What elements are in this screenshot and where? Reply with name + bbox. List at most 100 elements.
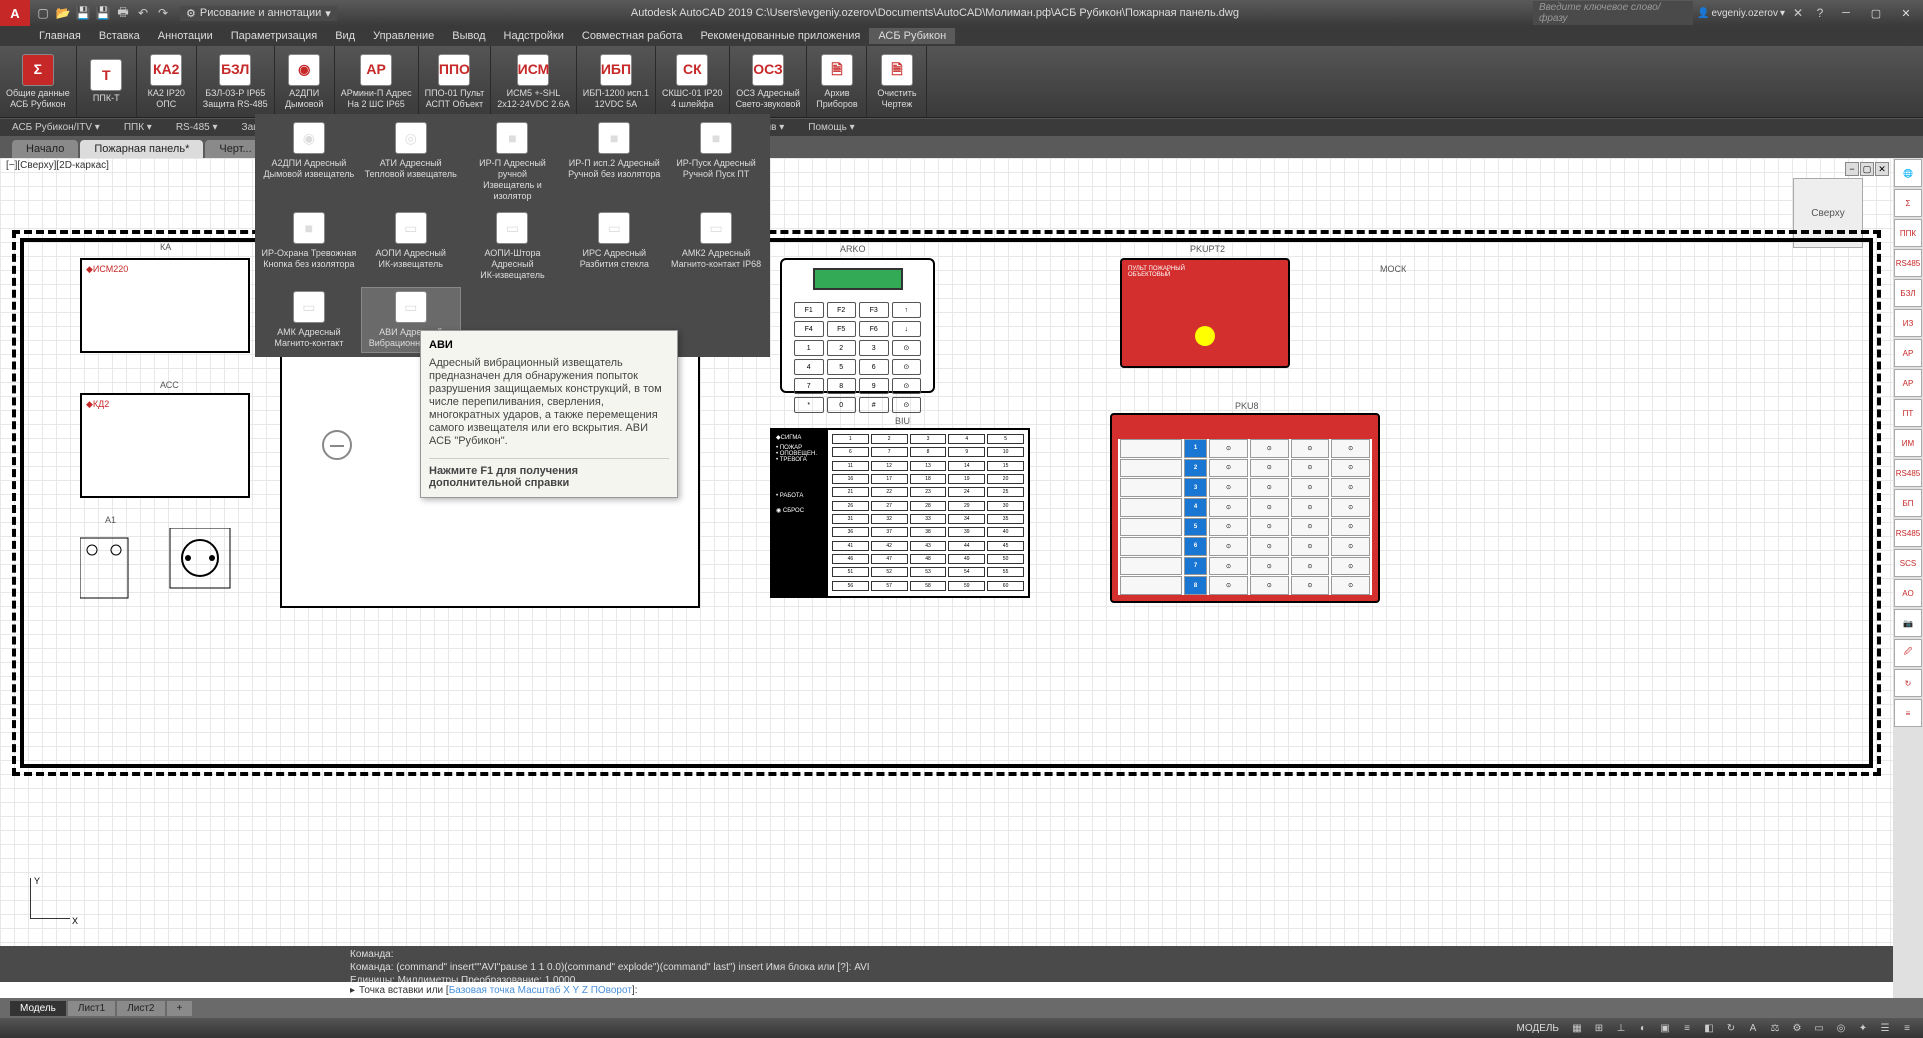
ribbon-ИБП-1200 исп.1[interactable]: ИБПИБП-1200 исп.112VDC 5А bbox=[577, 46, 656, 117]
right-tool-10[interactable]: RS485 bbox=[1894, 459, 1922, 487]
vp-maximize-icon[interactable]: ▢ bbox=[1860, 162, 1874, 176]
polar-icon[interactable]: ◐ bbox=[1633, 1020, 1653, 1036]
close-button[interactable]: ✕ bbox=[1893, 3, 1919, 23]
dd-item-ИР-Охрана Тревожная[interactable]: ■ИР-Охрана ТревожнаяКнопка без изолятора bbox=[259, 208, 359, 285]
panel-RS-485 ▾[interactable]: RS-485 ▾ bbox=[164, 122, 230, 133]
snap-icon[interactable]: ⊞ bbox=[1589, 1020, 1609, 1036]
menu-Вид[interactable]: Вид bbox=[326, 28, 364, 44]
dd-item-АТИ Адресный[interactable]: ◎АТИ АдресныйТепловой извещатель bbox=[361, 118, 461, 206]
clean-icon[interactable]: ☰ bbox=[1875, 1020, 1895, 1036]
right-tool-4[interactable]: БЗЛ bbox=[1894, 279, 1922, 307]
hardware-icon[interactable]: ✦ bbox=[1853, 1020, 1873, 1036]
menu-Вывод[interactable]: Вывод bbox=[443, 28, 494, 44]
isolate-icon[interactable]: ◎ bbox=[1831, 1020, 1851, 1036]
ribbon-БЗЛ-03-Р IP65[interactable]: БЗЛБЗЛ-03-Р IP65Защита RS-485 bbox=[197, 46, 275, 117]
panel-Помощь ▾[interactable]: Помощь ▾ bbox=[796, 122, 866, 133]
ribbon-ППО-01 Пульт[interactable]: ППОППО-01 ПультАСПТ Объект bbox=[419, 46, 492, 117]
dd-item-АМК2 Адресный[interactable]: ▭АМК2 АдресныйМагнито-контакт IP68 bbox=[666, 208, 766, 285]
ribbon-КА2 IP20[interactable]: КА2КА2 IP20ОПС bbox=[137, 46, 197, 117]
scale-icon[interactable]: ⚖ bbox=[1765, 1020, 1785, 1036]
menu-Рекомендованные приложения[interactable]: Рекомендованные приложения bbox=[692, 28, 870, 44]
right-tool-17[interactable]: ↻ bbox=[1894, 669, 1922, 697]
right-tool-5[interactable]: ИЗ bbox=[1894, 309, 1922, 337]
model-space-label[interactable]: МОДЕЛЬ bbox=[1511, 1023, 1565, 1034]
drawing-area[interactable]: [−][Сверху][2D-каркас] − ▢ ✕ Сверху КА ◆… bbox=[0, 158, 1893, 998]
app-menu-button[interactable]: A bbox=[0, 0, 30, 26]
right-tool-11[interactable]: БП bbox=[1894, 489, 1922, 517]
saveas-icon[interactable]: 💾 bbox=[94, 4, 112, 22]
exchange-icon[interactable]: ✕ bbox=[1789, 4, 1807, 22]
open-icon[interactable]: 📂 bbox=[54, 4, 72, 22]
minimize-button[interactable]: ─ bbox=[1833, 3, 1859, 23]
right-tool-0[interactable]: 🌐 bbox=[1894, 159, 1922, 187]
ribbon-ОСЗ Адресный[interactable]: ОСЗОСЗ АдресныйСвето-звуковой bbox=[730, 46, 808, 117]
dd-item-АОПИ Адресный[interactable]: ▭АОПИ АдресныйИК-извещатель bbox=[361, 208, 461, 285]
right-tool-13[interactable]: SCS bbox=[1894, 549, 1922, 577]
dd-item-ИР-П исп.2 Адресный[interactable]: ■ИР-П исп.2 АдресныйРучной без изолятора bbox=[564, 118, 664, 206]
new-icon[interactable]: ▢ bbox=[34, 4, 52, 22]
file-tab-0[interactable]: Начало bbox=[12, 140, 78, 158]
menu-Главная[interactable]: Главная bbox=[30, 28, 90, 44]
menu-Надстройки[interactable]: Надстройки bbox=[495, 28, 573, 44]
ribbon-ППК-Т[interactable]: TППК-Т bbox=[77, 46, 137, 117]
help-icon[interactable]: ? bbox=[1811, 4, 1829, 22]
menu-Аннотации[interactable]: Аннотации bbox=[149, 28, 222, 44]
customize-icon[interactable]: ≡ bbox=[1897, 1020, 1917, 1036]
right-tool-6[interactable]: АР bbox=[1894, 339, 1922, 367]
right-tool-2[interactable]: ППК bbox=[1894, 219, 1922, 247]
workspace-icon[interactable]: ⚙ bbox=[1787, 1020, 1807, 1036]
right-tool-15[interactable]: 📷 bbox=[1894, 609, 1922, 637]
vp-minimize-icon[interactable]: − bbox=[1845, 162, 1859, 176]
menu-Вставка[interactable]: Вставка bbox=[90, 28, 149, 44]
redo-icon[interactable]: ↷ bbox=[154, 4, 172, 22]
ribbon-АРмини-П Адрес[interactable]: АРАРмини-П АдресНа 2 ШС IP65 bbox=[335, 46, 419, 117]
layout-tab-+[interactable]: + bbox=[167, 1001, 193, 1016]
ortho-icon[interactable]: ⊥ bbox=[1611, 1020, 1631, 1036]
layout-tab-Лист1[interactable]: Лист1 bbox=[68, 1001, 115, 1016]
file-tab-1[interactable]: Пожарная панель* bbox=[80, 140, 203, 158]
menu-Управление[interactable]: Управление bbox=[364, 28, 443, 44]
ribbon-А2ДПИ[interactable]: ◉А2ДПИДымовой bbox=[275, 46, 335, 117]
right-tool-18[interactable]: ≡ bbox=[1894, 699, 1922, 727]
menu-АСБ Рубикон[interactable]: АСБ Рубикон bbox=[869, 28, 955, 44]
menu-Совместная работа[interactable]: Совместная работа bbox=[573, 28, 692, 44]
right-tool-16[interactable]: 🖉 bbox=[1894, 639, 1922, 667]
right-tool-1[interactable]: Σ bbox=[1894, 189, 1922, 217]
ribbon-СКШС-01 IP20[interactable]: СКСКШС-01 IP204 шлейфа bbox=[656, 46, 730, 117]
dd-item-А2ДПИ Адресный[interactable]: ◉А2ДПИ АдресныйДымовой извещатель bbox=[259, 118, 359, 206]
dd-item-ИР-П Адресный ручной[interactable]: ■ИР-П Адресный ручнойИзвещатель и изолят… bbox=[463, 118, 563, 206]
transparency-icon[interactable]: ◧ bbox=[1699, 1020, 1719, 1036]
dd-item-АМК Адресный[interactable]: ▭АМК АдресныйМагнито-контакт bbox=[259, 287, 359, 353]
right-tool-7[interactable]: АР bbox=[1894, 369, 1922, 397]
cycling-icon[interactable]: ↻ bbox=[1721, 1020, 1741, 1036]
monitor-icon[interactable]: ▭ bbox=[1809, 1020, 1829, 1036]
ribbon-Общие данные[interactable]: ΣОбщие данныеАСБ Рубикон bbox=[0, 46, 77, 117]
panel-ППК ▾[interactable]: ППК ▾ bbox=[112, 122, 164, 133]
maximize-button[interactable]: ▢ bbox=[1863, 3, 1889, 23]
vp-close-icon[interactable]: ✕ bbox=[1875, 162, 1889, 176]
workspace-dropdown[interactable]: ⚙ Рисование и аннотации ▾ bbox=[180, 6, 337, 21]
dd-item-ИР-Пуск Адресный[interactable]: ■ИР-Пуск АдресныйРучной Пуск ПТ bbox=[666, 118, 766, 206]
grid-icon[interactable]: ▦ bbox=[1567, 1020, 1587, 1036]
user-badge[interactable]: 👤 evgeniy.ozerov ▾ bbox=[1697, 8, 1785, 19]
viewport-label[interactable]: [−][Сверху][2D-каркас] bbox=[6, 160, 109, 171]
ribbon-ИСМ5 +-SHL[interactable]: ИСМИСМ5 +-SHL2х12-24VDC 2.6А bbox=[491, 46, 577, 117]
undo-icon[interactable]: ↶ bbox=[134, 4, 152, 22]
dd-item-ИРС Адресный[interactable]: ▭ИРС АдресныйРазбития стекла bbox=[564, 208, 664, 285]
menu-Параметризация[interactable]: Параметризация bbox=[222, 28, 326, 44]
right-tool-12[interactable]: RS485 bbox=[1894, 519, 1922, 547]
panel-АСБ Рубикон/ITV ▾[interactable]: АСБ Рубикон/ITV ▾ bbox=[0, 122, 112, 133]
command-input[interactable]: ▸ Точка вставки или [Базовая точка Масшт… bbox=[0, 982, 1893, 998]
ribbon-Архив[interactable]: 🗎АрхивПриборов bbox=[807, 46, 867, 117]
layout-tab-Лист2[interactable]: Лист2 bbox=[117, 1001, 164, 1016]
layout-tab-Модель[interactable]: Модель bbox=[10, 1001, 66, 1016]
save-icon[interactable]: 💾 bbox=[74, 4, 92, 22]
osnap-icon[interactable]: ▣ bbox=[1655, 1020, 1675, 1036]
ribbon-Очистить[interactable]: 🗎ОчиститьЧертеж bbox=[867, 46, 927, 117]
right-tool-9[interactable]: ИМ bbox=[1894, 429, 1922, 457]
dd-item-АОПИ-Штора Адресный[interactable]: ▭АОПИ-Штора АдресныйИК-извещатель bbox=[463, 208, 563, 285]
annotation-icon[interactable]: A bbox=[1743, 1020, 1763, 1036]
lineweight-icon[interactable]: ≡ bbox=[1677, 1020, 1697, 1036]
right-tool-14[interactable]: АО bbox=[1894, 579, 1922, 607]
right-tool-3[interactable]: RS485 bbox=[1894, 249, 1922, 277]
